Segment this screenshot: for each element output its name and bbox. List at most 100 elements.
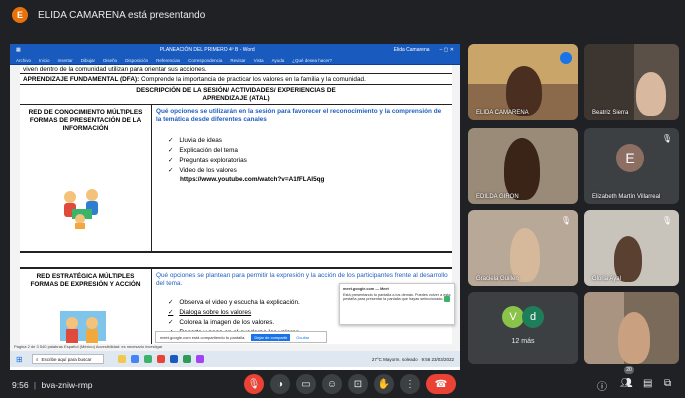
ribbon-tab[interactable]: Correspondencia bbox=[188, 58, 222, 63]
chat-icon[interactable]: ▤ bbox=[643, 378, 652, 389]
taskbar-apps bbox=[118, 355, 204, 363]
meeting-details-icon[interactable]: ⓘ bbox=[597, 378, 607, 393]
weather-text: 27°C Mayorm. soleado bbox=[371, 356, 418, 362]
ribbon-tab[interactable]: Disposición bbox=[125, 58, 148, 63]
doc-row: viven dentro de la comunidad utilizan pa… bbox=[20, 65, 452, 74]
doc-row: APRENDIZAJE FUNDAMENTAL (DFA): Comprende… bbox=[20, 74, 452, 85]
participant-tile[interactable]: 🎙︎ Gloria Ayal bbox=[584, 210, 679, 286]
word-icon[interactable] bbox=[170, 355, 178, 363]
ribbon-tab[interactable]: Vista bbox=[254, 58, 264, 63]
participant-video bbox=[504, 138, 540, 200]
taskbar-search-input[interactable]: ⌕ Escribe aquí para buscar bbox=[32, 354, 104, 364]
system-tray: 27°C Mayorm. soleado 9:56 23/03/2022 bbox=[372, 357, 454, 362]
participant-tile[interactable]: E 🎙︎ Elizabeth Martín Villarreal bbox=[584, 128, 679, 204]
ribbon-tab[interactable]: Ayuda bbox=[272, 58, 285, 63]
participant-tile[interactable] bbox=[584, 292, 679, 364]
emoji-reactions-button[interactable]: ☺ bbox=[322, 374, 342, 394]
participant-name: Elizabeth Martín Villarreal bbox=[592, 194, 661, 200]
camera-button[interactable]: ◑ bbox=[270, 374, 290, 394]
video-link[interactable]: https://www.youtube.com/watch?v=A1fFLAI5… bbox=[156, 176, 448, 183]
background-shelf bbox=[584, 44, 634, 120]
search-placeholder: Escribe aquí para buscar bbox=[41, 356, 92, 362]
notification-body: Está presentando tu pantalla a los demás… bbox=[343, 293, 451, 301]
ribbon-tab[interactable]: Referencias bbox=[156, 58, 180, 63]
word-status-bar: Página 2 de 3 540 palabras Español (Méxi… bbox=[10, 344, 460, 351]
ribbon-search[interactable]: ¿Qué desea hacer? bbox=[292, 58, 332, 63]
fundamental-line: APRENDIZAJE FUNDAMENTAL (DFA): Comprende… bbox=[20, 74, 452, 84]
word-ribbon: Archivo Inicio Insertar Dibujar Diseño D… bbox=[10, 56, 460, 65]
meeting-info-separator: | bbox=[33, 380, 37, 390]
knowledge-list: Lluvia de ideas Explicación del tema Pre… bbox=[156, 136, 448, 176]
search-icon: ⌕ bbox=[36, 356, 39, 362]
windows-start-icon[interactable]: ⊞ bbox=[16, 355, 23, 364]
chrome-icon[interactable] bbox=[144, 355, 152, 363]
mic-off-icon: 🎙︎ bbox=[560, 216, 571, 225]
ribbon-tab[interactable]: Revisar bbox=[230, 58, 245, 63]
sharing-bar-text: meet.google.com está compartiendo tu pan… bbox=[160, 334, 246, 340]
captions-button[interactable]: ▭ bbox=[296, 374, 316, 394]
presenter-avatar: E bbox=[12, 7, 28, 23]
participant-video bbox=[510, 228, 540, 282]
end-call-button[interactable]: ☎ bbox=[426, 374, 456, 394]
notification-title: meet.google.com — Meet bbox=[343, 287, 389, 291]
raise-hand-button[interactable]: ✋ bbox=[374, 374, 394, 394]
ribbon-tab[interactable]: Archivo bbox=[16, 58, 31, 63]
people-count-badge: 20 bbox=[624, 366, 634, 374]
ribbon-tab[interactable]: Diseño bbox=[103, 58, 117, 63]
doc-row-knowledge: RED DE CONOCIMIENTO MÚLTIPLES FORMAS DE … bbox=[20, 105, 452, 253]
screen-share-notification: meet.google.com — Meet Está presentando … bbox=[339, 283, 455, 325]
stop-sharing-button[interactable]: Dejar de compartir bbox=[251, 333, 291, 341]
participant-avatar: E bbox=[616, 144, 644, 172]
file-explorer-icon[interactable] bbox=[118, 355, 126, 363]
list-item: Explicación del tema bbox=[168, 146, 448, 156]
participant-tile[interactable]: EDILDA GIRON bbox=[468, 128, 578, 204]
doc-row: DESCRIPCIÓN DE LA SESIÓN/ ACTIVIDADES/ E… bbox=[20, 85, 452, 105]
children-reading-illustration bbox=[64, 189, 98, 229]
present-screen-button[interactable]: ⊡ bbox=[348, 374, 368, 394]
participant-name: Gloria Ayal bbox=[592, 276, 621, 282]
presenter-banner-text: ELIDA CAMARENA está presentando bbox=[38, 9, 206, 21]
participant-name: ELIDA CAMARENA bbox=[476, 110, 529, 116]
edge-icon[interactable] bbox=[131, 355, 139, 363]
participant-avatar: d bbox=[522, 306, 544, 328]
ribbon-tab[interactable]: Insertar bbox=[58, 58, 73, 63]
participant-tile[interactable]: ELIDA CAMARENA bbox=[468, 44, 578, 120]
people-icon[interactable]: 👥︎ bbox=[620, 378, 633, 389]
participant-name: EDILDA GIRON bbox=[476, 194, 519, 200]
activities-icon[interactable]: ⧉ bbox=[664, 378, 671, 389]
windows-taskbar: ⊞ ⌕ Escribe aquí para buscar 27°C Mayorm… bbox=[10, 351, 460, 367]
tray-date: 23/03/2022 bbox=[431, 356, 454, 362]
children-drawing-illustration bbox=[60, 311, 106, 343]
session-heading-line: DESCRIPCIÓN DE LA SESIÓN/ ACTIVIDADES/ E… bbox=[136, 87, 336, 94]
app-icon[interactable] bbox=[196, 355, 204, 363]
meeting-info: 9:56 | bva-zniw-rmp bbox=[12, 380, 93, 390]
participant-video bbox=[618, 312, 650, 364]
participant-name: Beatriz Sierra bbox=[592, 110, 629, 116]
participant-tile[interactable]: Beatriz Sierra bbox=[584, 44, 679, 120]
more-options-icon[interactable]: ⋮ bbox=[400, 374, 420, 394]
meeting-code: bva-zniw-rmp bbox=[41, 380, 93, 390]
more-participants-tile[interactable]: V d 12 más bbox=[468, 292, 578, 364]
ribbon-tab[interactable]: Inicio bbox=[39, 58, 50, 63]
mic-off-icon: 🎙︎ bbox=[661, 216, 672, 225]
tray-time: 9:56 bbox=[421, 356, 431, 362]
participant-avatar: V bbox=[502, 306, 524, 328]
knowledge-content: Qué opciones se utilizarán en la sesión … bbox=[152, 105, 452, 251]
presenter-banner: E ELIDA CAMARENA está presentando bbox=[0, 0, 685, 30]
fundamental-text: Comprende la importancia de practicar lo… bbox=[141, 76, 366, 83]
meeting-clock: 9:56 bbox=[12, 380, 29, 390]
ribbon-tab[interactable]: Dibujar bbox=[81, 58, 95, 63]
excel-icon[interactable] bbox=[183, 355, 191, 363]
participant-video bbox=[506, 66, 542, 116]
session-heading-line: APRENDIZAJE (ATAL) bbox=[202, 95, 270, 102]
hide-sharing-bar-button[interactable]: Ocultar bbox=[296, 335, 309, 340]
microphone-off-button[interactable]: 🎙︎ bbox=[244, 374, 264, 394]
app-icon[interactable] bbox=[157, 355, 165, 363]
participant-tile[interactable]: 🎙︎ Graciela Guillen bbox=[468, 210, 578, 286]
shared-screen: ▦ PLANEACIÓN DEL PRIMERO 4º B - Word Eli… bbox=[10, 44, 460, 370]
participant-video bbox=[636, 72, 666, 116]
word-window-controls: – ▢ ✕ bbox=[439, 47, 454, 53]
participant-name: Graciela Guillen bbox=[476, 276, 519, 282]
knowledge-title: RED DE CONOCIMIENTO MÚLTIPLES FORMAS DE … bbox=[20, 105, 152, 251]
sharing-bar: meet.google.com está compartiendo tu pan… bbox=[155, 331, 327, 343]
